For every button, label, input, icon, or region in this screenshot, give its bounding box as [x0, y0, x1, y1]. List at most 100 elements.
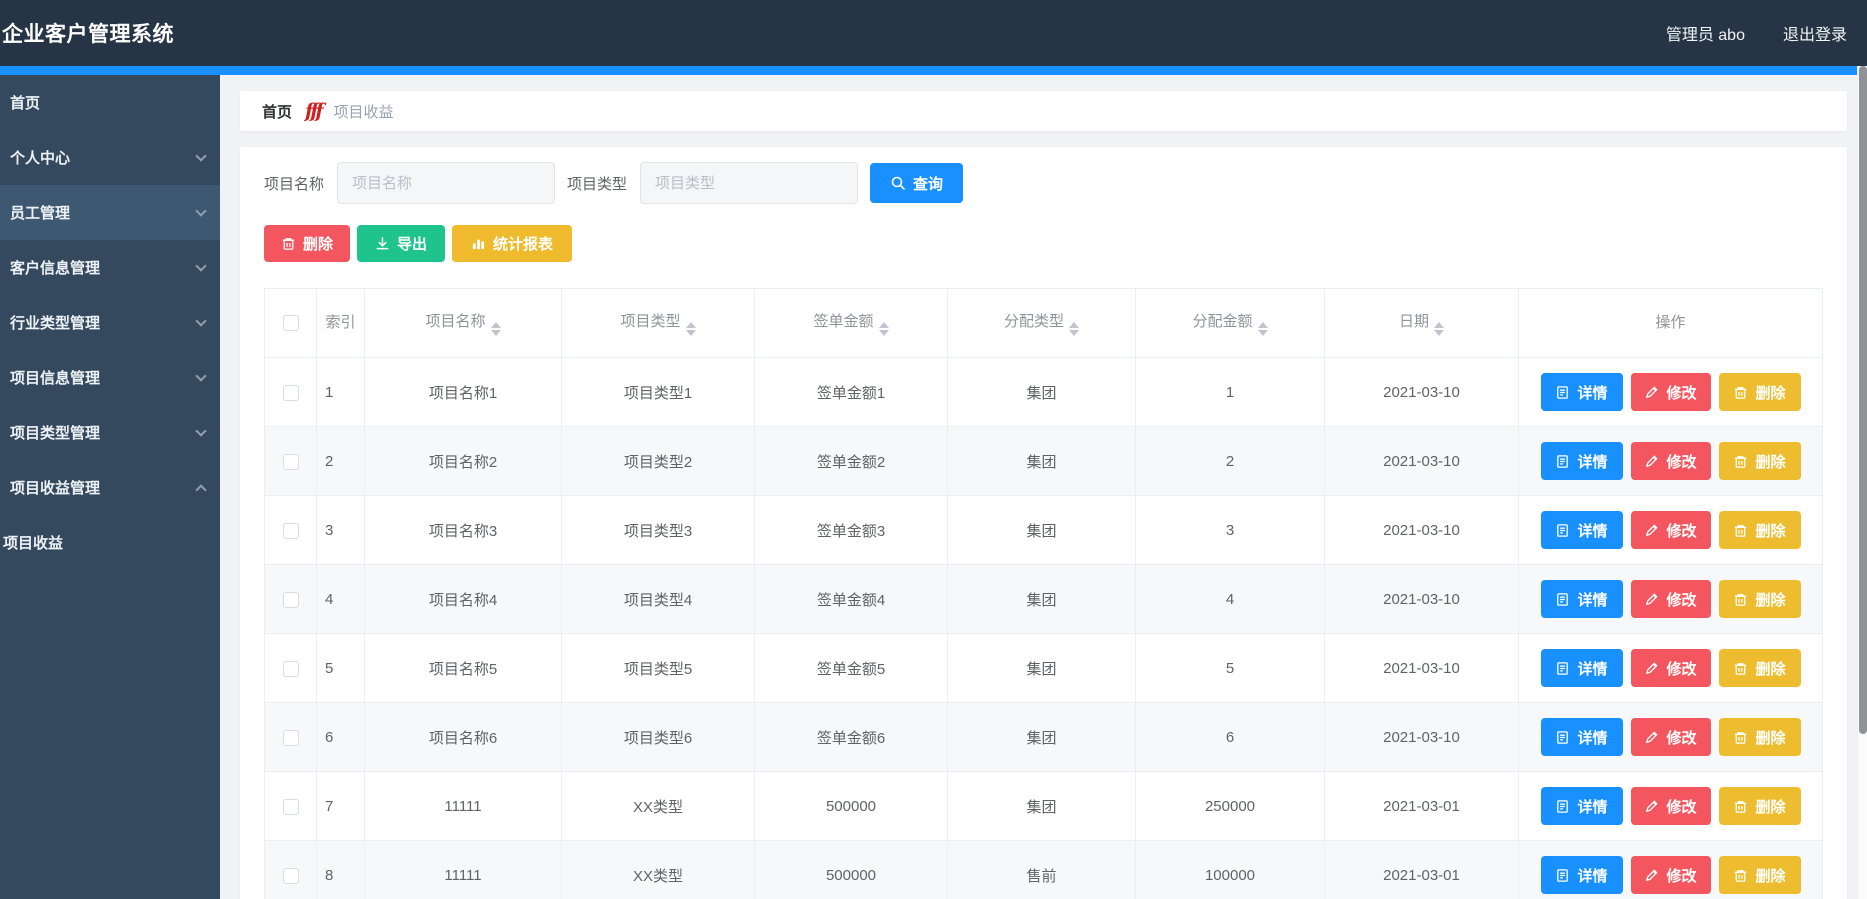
- row-checkbox[interactable]: [282, 591, 299, 608]
- sidebar-item-label: 项目信息管理: [10, 370, 101, 387]
- header-project-name[interactable]: 项目名称: [364, 288, 562, 358]
- sidebar-item-label: 项目收益: [3, 535, 64, 552]
- scrollbar-thumb[interactable]: [1859, 66, 1867, 734]
- edit-button[interactable]: 修改: [1630, 442, 1711, 480]
- edit-button[interactable]: 修改: [1630, 718, 1711, 756]
- header-date[interactable]: 日期: [1324, 288, 1519, 358]
- bulk-delete-button[interactable]: 删除: [264, 225, 350, 262]
- edit-button[interactable]: 修改: [1630, 649, 1711, 687]
- search-button-label: 查询: [913, 175, 944, 193]
- sidebar: 首页 个人中心 员工管理 客户信息管理 行业类型管理 项目信息管理 项目类型管理…: [0, 75, 220, 899]
- detail-button-label: 详情: [1577, 729, 1608, 747]
- cell-index: 2: [316, 426, 365, 496]
- row-action-group: 详情 修改 删除: [1527, 442, 1814, 480]
- detail-button[interactable]: 详情: [1540, 442, 1623, 480]
- edit-button[interactable]: 修改: [1630, 511, 1711, 549]
- detail-button[interactable]: 详情: [1540, 787, 1623, 825]
- sort-icon[interactable]: [1434, 321, 1444, 336]
- table-header-row: 索引 项目名称 项目类型 签单金额 分配类型 分配金额 日期 操作: [264, 288, 1823, 358]
- edit-button[interactable]: 修改: [1630, 787, 1711, 825]
- sort-icon[interactable]: [1069, 321, 1079, 336]
- detail-button[interactable]: 详情: [1540, 856, 1623, 894]
- sidebar-item-personal-center[interactable]: 个人中心: [0, 130, 220, 185]
- row-checkbox[interactable]: [282, 384, 299, 401]
- row-delete-button[interactable]: 删除: [1718, 649, 1801, 687]
- logout-link[interactable]: 退出登录: [1783, 21, 1847, 45]
- cell-sign-amount: 签单金额6: [754, 702, 948, 772]
- header-label: 项目类型: [620, 312, 681, 330]
- sidebar-item-project-revenue-management[interactable]: 项目收益管理: [0, 460, 220, 515]
- pen-icon: [1646, 868, 1659, 881]
- trash-icon: [1735, 869, 1747, 882]
- sidebar-item-industry-type-management[interactable]: 行业类型管理: [0, 295, 220, 350]
- cell-project-type: XX类型: [561, 771, 755, 841]
- detail-button[interactable]: 详情: [1540, 649, 1623, 687]
- detail-button[interactable]: 详情: [1540, 718, 1623, 756]
- header-sign-amount[interactable]: 签单金额: [754, 288, 948, 358]
- row-checkbox[interactable]: [282, 867, 299, 884]
- cell-date: 2021-03-10: [1324, 426, 1519, 496]
- top-navbar: 企业客户管理系统 管理员 abo 退出登录: [0, 0, 1867, 66]
- row-checkbox[interactable]: [282, 729, 299, 746]
- detail-button[interactable]: 详情: [1540, 373, 1623, 411]
- row-delete-button[interactable]: 删除: [1718, 718, 1801, 756]
- cell-alloc-amount: 100000: [1135, 840, 1325, 899]
- sort-icon[interactable]: [490, 321, 501, 336]
- cell-date: 2021-03-10: [1324, 702, 1519, 772]
- cell-select: [264, 495, 317, 565]
- select-all-checkbox[interactable]: [282, 314, 299, 331]
- row-delete-button[interactable]: 删除: [1718, 373, 1801, 411]
- content-card: 项目名称 项目类型 查询: [240, 147, 1847, 899]
- row-checkbox[interactable]: [282, 798, 299, 815]
- edit-button[interactable]: 修改: [1630, 373, 1711, 411]
- cell-sign-amount: 签单金额3: [754, 495, 948, 565]
- row-checkbox[interactable]: [282, 660, 299, 677]
- row-checkbox[interactable]: [282, 453, 299, 470]
- row-delete-button[interactable]: 删除: [1718, 787, 1801, 825]
- detail-button[interactable]: 详情: [1540, 580, 1623, 618]
- sidebar-item-customer-info-management[interactable]: 客户信息管理: [0, 240, 220, 295]
- trash-icon: [1735, 593, 1747, 606]
- sidebar-item-employee-management[interactable]: 员工管理: [0, 185, 220, 240]
- row-delete-button[interactable]: 删除: [1718, 511, 1801, 549]
- row-checkbox[interactable]: [282, 522, 299, 539]
- header-alloc-amount[interactable]: 分配金额: [1135, 288, 1325, 358]
- project-name-label: 项目名称: [264, 175, 325, 193]
- cell-index: 1: [316, 357, 365, 427]
- sidebar-item-home[interactable]: 首页: [0, 75, 220, 130]
- header-alloc-type[interactable]: 分配类型: [947, 288, 1136, 358]
- bulk-action-bar: 删除 导出 统计报表: [264, 225, 1823, 262]
- cell-operations: 详情 修改 删除: [1518, 840, 1823, 899]
- header-project-type[interactable]: 项目类型: [561, 288, 755, 358]
- project-name-input[interactable]: [337, 162, 556, 204]
- detail-button[interactable]: 详情: [1540, 511, 1623, 549]
- current-user-link[interactable]: 管理员 abo: [1666, 21, 1745, 45]
- sort-icon[interactable]: [685, 321, 696, 336]
- sort-icon[interactable]: [878, 321, 889, 336]
- sidebar-item-project-type-management[interactable]: 项目类型管理: [0, 405, 220, 460]
- row-delete-button[interactable]: 删除: [1718, 442, 1801, 480]
- sidebar-item-project-info-management[interactable]: 项目信息管理: [0, 350, 220, 405]
- chevron-down-icon: [195, 369, 207, 382]
- sidebar-subitem-project-revenue[interactable]: 项目收益: [0, 515, 220, 570]
- row-action-group: 详情 修改 删除: [1527, 718, 1814, 756]
- sort-icon[interactable]: [1257, 321, 1268, 336]
- edit-button[interactable]: 修改: [1630, 856, 1711, 894]
- project-type-input[interactable]: [640, 162, 859, 204]
- row-delete-button[interactable]: 删除: [1718, 580, 1801, 618]
- cell-select: [264, 840, 317, 899]
- sidebar-item-label: 行业类型管理: [10, 315, 101, 332]
- stats-report-button[interactable]: 统计报表: [452, 225, 572, 262]
- edit-button-label: 修改: [1666, 384, 1697, 402]
- page-scrollbar[interactable]: [1857, 66, 1867, 899]
- row-delete-button-label: 删除: [1755, 522, 1786, 540]
- edit-button-label: 修改: [1666, 798, 1697, 816]
- breadcrumb-home[interactable]: 首页: [262, 101, 292, 122]
- export-button[interactable]: 导出: [357, 225, 445, 262]
- detail-button-label: 详情: [1577, 522, 1608, 540]
- edit-button[interactable]: 修改: [1630, 580, 1711, 618]
- table-row: 6 项目名称6 项目类型6 签单金额6 集团 6 2021-03-10 详情 修…: [264, 702, 1823, 772]
- document-icon: [1557, 661, 1569, 675]
- search-button[interactable]: 查询: [870, 163, 964, 203]
- row-delete-button[interactable]: 删除: [1718, 856, 1801, 894]
